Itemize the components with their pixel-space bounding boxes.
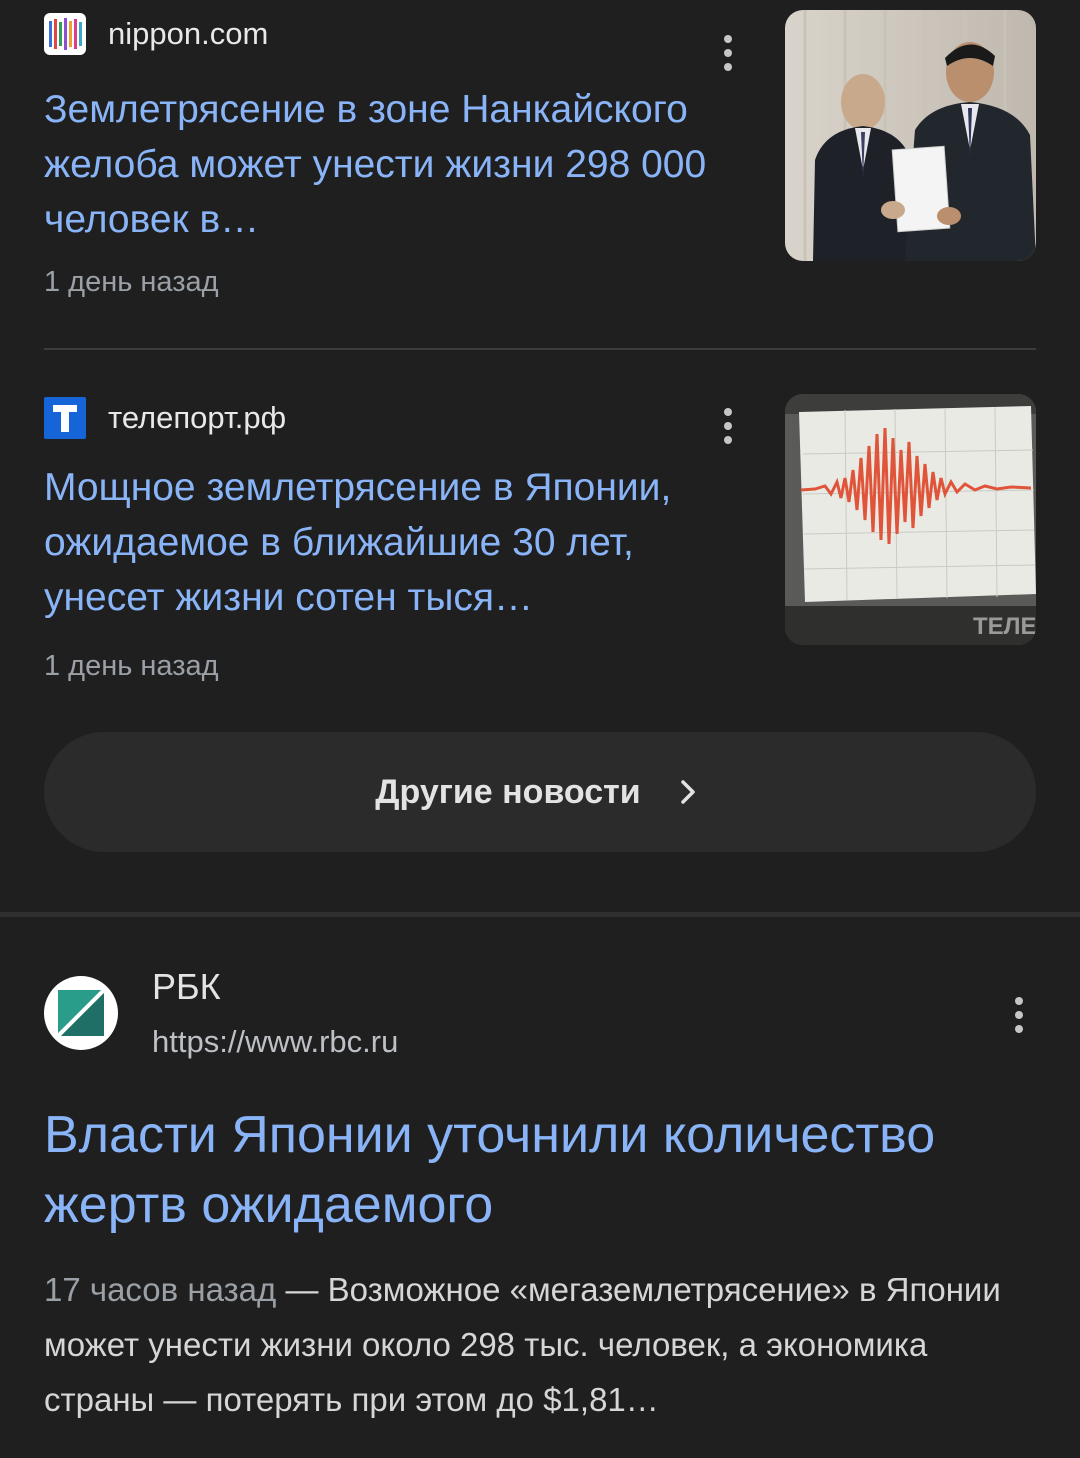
news-card-nippon[interactable]: nippon.com Землетрясение в зоне Нанкайск… xyxy=(44,10,1036,310)
result-url[interactable]: https://www.rbc.ru xyxy=(152,1024,398,1060)
more-vert-icon[interactable] xyxy=(1004,987,1034,1043)
news-card-teleport[interactable]: телепорт.рф Мощное землетрясение в Япони… xyxy=(44,394,1036,694)
chevron-right-icon xyxy=(671,775,705,809)
thumb-watermark: ТЕЛЕП xyxy=(973,613,1036,640)
news-timestamp: 1 день назад xyxy=(44,650,219,682)
more-news-label: Другие новости xyxy=(375,772,641,811)
news-timestamp: 1 день назад xyxy=(44,266,219,298)
source-row: nippon.com xyxy=(44,10,268,58)
source-name: телепорт.рф xyxy=(108,400,287,435)
nippon-favicon xyxy=(44,13,86,55)
news-divider xyxy=(44,348,1036,350)
source-name: nippon.com xyxy=(108,16,269,51)
section-separator xyxy=(0,912,1080,917)
news-thumbnail[interactable]: ТЕЛЕП xyxy=(785,394,1036,645)
news-headline[interactable]: Землетрясение в зоне Нанкайского желоба … xyxy=(44,82,744,247)
teleport-favicon xyxy=(44,397,86,439)
result-title[interactable]: Власти Японии уточнили количество жертв … xyxy=(44,1100,1036,1240)
result-snippet: 17 часов назад — Возможное «мегаземлетря… xyxy=(44,1262,1044,1427)
result-time: 17 часов назад xyxy=(44,1271,277,1308)
more-vert-icon[interactable] xyxy=(713,398,743,454)
rbc-favicon xyxy=(44,976,118,1050)
more-news-button[interactable]: Другие новости xyxy=(44,732,1036,852)
news-headline[interactable]: Мощное землетрясение в Японии, ожидаемое… xyxy=(44,460,744,625)
news-thumbnail[interactable] xyxy=(785,10,1036,261)
more-vert-icon[interactable] xyxy=(713,25,743,81)
source-row: телепорт.рф xyxy=(44,394,286,442)
result-site-name: РБК xyxy=(152,966,221,1007)
